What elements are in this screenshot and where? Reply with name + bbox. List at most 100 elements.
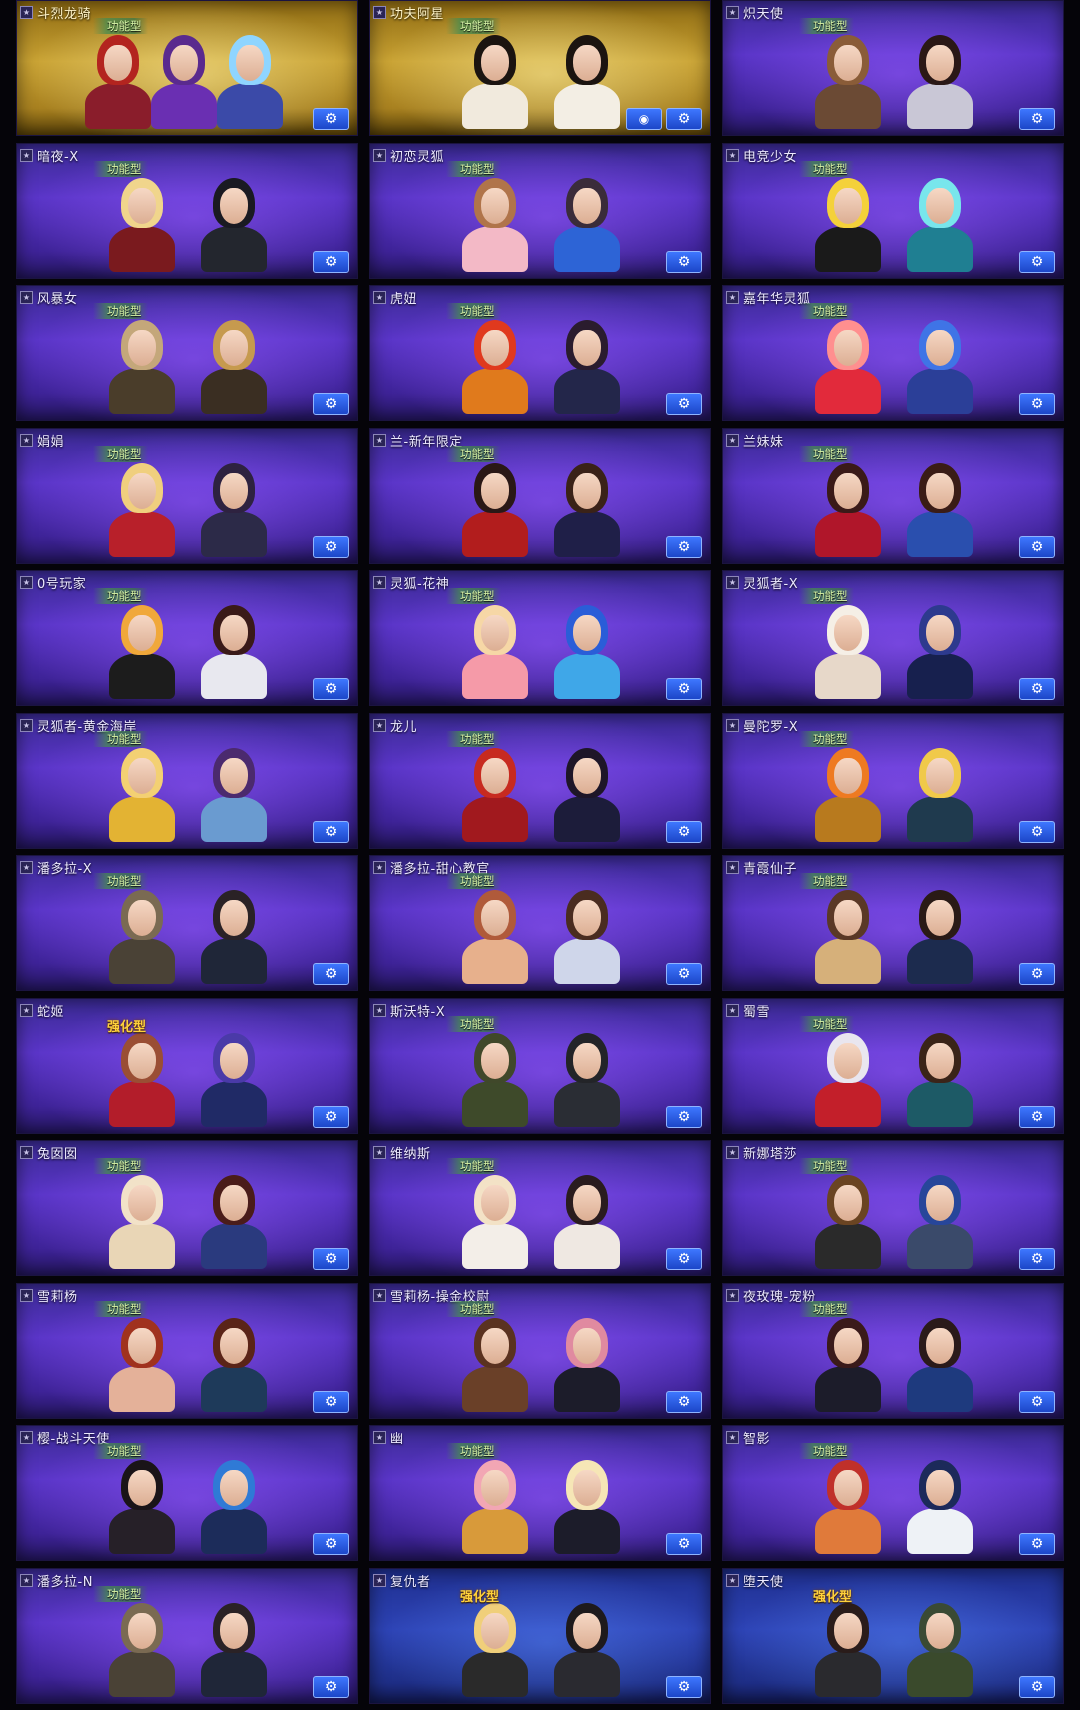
figure-outfit <box>109 1365 175 1412</box>
figure-outfit <box>554 653 620 699</box>
figure-outfit <box>201 1080 267 1127</box>
settings-icon[interactable]: ⚙ <box>313 1533 349 1555</box>
character-figure <box>548 302 626 414</box>
figure-outfit <box>554 1508 620 1554</box>
character-card[interactable]: ★ 潘多拉-N 功能型 ⚙ <box>16 1567 358 1704</box>
settings-icon[interactable]: ⚙ <box>313 678 349 700</box>
character-card[interactable]: ★ 青霞仙子 功能型 ⚙ <box>722 855 1064 991</box>
settings-icon[interactable]: ⚙ <box>1019 678 1055 700</box>
rank-badge-icon: ★ <box>20 718 33 732</box>
character-figure <box>901 302 979 414</box>
settings-icon[interactable]: ⚙ <box>1019 1533 1055 1555</box>
character-card[interactable]: ★ 樱-战斗天使 功能型 ⚙ <box>16 1425 358 1561</box>
settings-icon[interactable]: ⚙ <box>1019 1675 1055 1698</box>
figure-face <box>926 1042 954 1079</box>
settings-icon[interactable]: ⚙ <box>1019 1390 1055 1413</box>
figure-outfit <box>554 225 620 272</box>
character-card[interactable]: ★ 灵狐者-X 功能型 ⚙ <box>722 570 1064 706</box>
character-card[interactable]: ★ 雪莉杨-操金校尉 功能型 ⚙ <box>369 1282 711 1419</box>
settings-icon[interactable]: ⚙ <box>666 250 702 273</box>
settings-icon[interactable]: ⚙ <box>666 820 702 843</box>
figure-face <box>573 1612 601 1649</box>
character-card[interactable]: ★ 灵狐-花神 功能型 ⚙ <box>369 570 711 706</box>
character-card[interactable]: ★ 复仇者 强化型 ⚙ <box>369 1567 711 1704</box>
settings-icon[interactable]: ⚙ <box>666 535 702 558</box>
settings-icon[interactable]: ⚙ <box>1019 1248 1055 1270</box>
settings-icon[interactable]: ⚙ <box>1019 535 1055 558</box>
settings-icon[interactable]: ⚙ <box>666 393 702 415</box>
settings-icon[interactable]: ⚙ <box>1019 250 1055 273</box>
character-card[interactable]: ★ 幽功能型 ⚙ <box>369 1425 711 1561</box>
character-card[interactable]: ★ 新娜塔莎 功能型 ⚙ <box>722 1140 1064 1276</box>
settings-icon[interactable]: ⚙ <box>666 1105 702 1128</box>
character-card[interactable]: ★ 潘多拉-X 功能型 ⚙ <box>16 855 358 991</box>
character-card[interactable]: ★ 暗夜-X 功能型 ⚙ <box>16 142 358 279</box>
character-card[interactable]: ★ 维纳斯 功能型 ⚙ <box>369 1140 711 1276</box>
character-card[interactable]: ★ 炽天使 功能型 ⚙ <box>722 0 1064 136</box>
settings-icon[interactable]: ⚙ <box>666 1248 702 1270</box>
figure-outfit <box>109 795 175 842</box>
settings-icon[interactable]: ⚙ <box>666 1390 702 1413</box>
character-card[interactable]: ★ 蜀雪 功能型 ⚙ <box>722 997 1064 1134</box>
character-card[interactable]: ★ 智影 功能型 ⚙ <box>722 1425 1064 1561</box>
type-badge: 强化型 <box>107 1019 147 1035</box>
settings-icon[interactable]: ⚙ <box>666 108 702 130</box>
settings-icon[interactable]: ⚙ <box>1019 820 1055 843</box>
character-card[interactable]: ★ 初恋灵狐 功能型 ⚙ <box>369 142 711 279</box>
settings-icon[interactable]: ⚙ <box>666 963 702 985</box>
settings-icon[interactable]: ⚙ <box>313 393 349 415</box>
settings-icon[interactable]: ⚙ <box>313 820 349 843</box>
character-card[interactable]: ★ 功夫阿星 功能型 ◉ ⚙ <box>369 0 711 136</box>
character-card[interactable]: ★ 蛇姬 强化型 ⚙ <box>16 997 358 1134</box>
settings-icon[interactable]: ⚙ <box>1019 393 1055 415</box>
character-card[interactable]: ★ 嘉年华灵狐 功能型 ⚙ <box>722 285 1064 421</box>
settings-icon[interactable]: ⚙ <box>666 1675 702 1698</box>
type-badge: 功能型 <box>93 1158 148 1174</box>
character-portraits <box>17 429 357 563</box>
character-card[interactable]: ★ 曼陀罗-X 功能型 ⚙ <box>722 712 1064 849</box>
figure-face <box>220 472 248 509</box>
settings-icon[interactable]: ⚙ <box>313 1248 349 1270</box>
figure-outfit <box>554 938 620 984</box>
character-name: 兔囡囡 <box>37 1147 78 1162</box>
character-card[interactable]: ★ 堕天使 强化型 ⚙ <box>722 1567 1064 1704</box>
settings-icon[interactable]: ⚙ <box>313 963 349 985</box>
figure-outfit <box>462 1508 528 1554</box>
character-card[interactable]: ★ 灵狐者-黄金海岸 功能型 ⚙ <box>16 712 358 849</box>
settings-icon[interactable]: ⚙ <box>313 1105 349 1128</box>
character-card[interactable]: ★ 夜玫瑰-宠粉 功能型 ⚙ <box>722 1282 1064 1419</box>
character-card[interactable]: ★ 娟娟 功能型 ⚙ <box>16 427 358 564</box>
settings-icon[interactable]: ⚙ <box>1019 963 1055 985</box>
settings-icon[interactable]: ⚙ <box>1019 1105 1055 1128</box>
character-card[interactable]: ★ 斗烈龙骑 功能型 ⚙ <box>16 0 358 136</box>
character-card[interactable]: ★ 0号玩家 功能型 ⚙ <box>16 570 358 706</box>
settings-icon[interactable]: ⚙ <box>313 1390 349 1413</box>
character-portraits <box>370 714 710 848</box>
character-card[interactable]: ★ 龙儿 功能型 ⚙ <box>369 712 711 849</box>
rank-badge-icon: ★ <box>20 1003 33 1017</box>
figure-outfit <box>554 510 620 557</box>
character-card[interactable]: ★ 兰-新年限定 功能型 ⚙ <box>369 427 711 564</box>
settings-icon[interactable]: ⚙ <box>1019 108 1055 130</box>
character-card[interactable]: ★ 斯沃特-X 功能型 ⚙ <box>369 997 711 1134</box>
figure-face <box>573 1470 601 1506</box>
character-figure <box>901 1015 979 1127</box>
character-card[interactable]: ★ 风暴女 功能型 ⚙ <box>16 285 358 421</box>
settings-icon[interactable]: ⚙ <box>313 1675 349 1698</box>
card-title-row: ★ 灵狐者-X <box>726 573 798 592</box>
character-figure <box>901 445 979 557</box>
character-card[interactable]: ★ 兔囡囡 功能型 ⚙ <box>16 1140 358 1276</box>
record-icon[interactable]: ◉ <box>626 108 662 130</box>
character-name: 堕天使 <box>743 1574 784 1590</box>
character-card[interactable]: ★ 电竞少女 功能型 ⚙ <box>722 142 1064 279</box>
character-card[interactable]: ★ 兰妹妹 功能型 ⚙ <box>722 427 1064 564</box>
settings-icon[interactable]: ⚙ <box>313 108 349 130</box>
character-card[interactable]: ★ 虎妞 功能型 ⚙ <box>369 285 711 421</box>
settings-icon[interactable]: ⚙ <box>313 250 349 273</box>
settings-icon[interactable]: ⚙ <box>313 535 349 558</box>
settings-icon[interactable]: ⚙ <box>666 1533 702 1555</box>
settings-icon[interactable]: ⚙ <box>666 678 702 700</box>
card-title-row: ★ 暗夜-X <box>20 146 79 165</box>
character-card[interactable]: ★ 潘多拉-甜心教官 功能型 ⚙ <box>369 855 711 991</box>
character-card[interactable]: ★ 雪莉杨 功能型 ⚙ <box>16 1282 358 1419</box>
